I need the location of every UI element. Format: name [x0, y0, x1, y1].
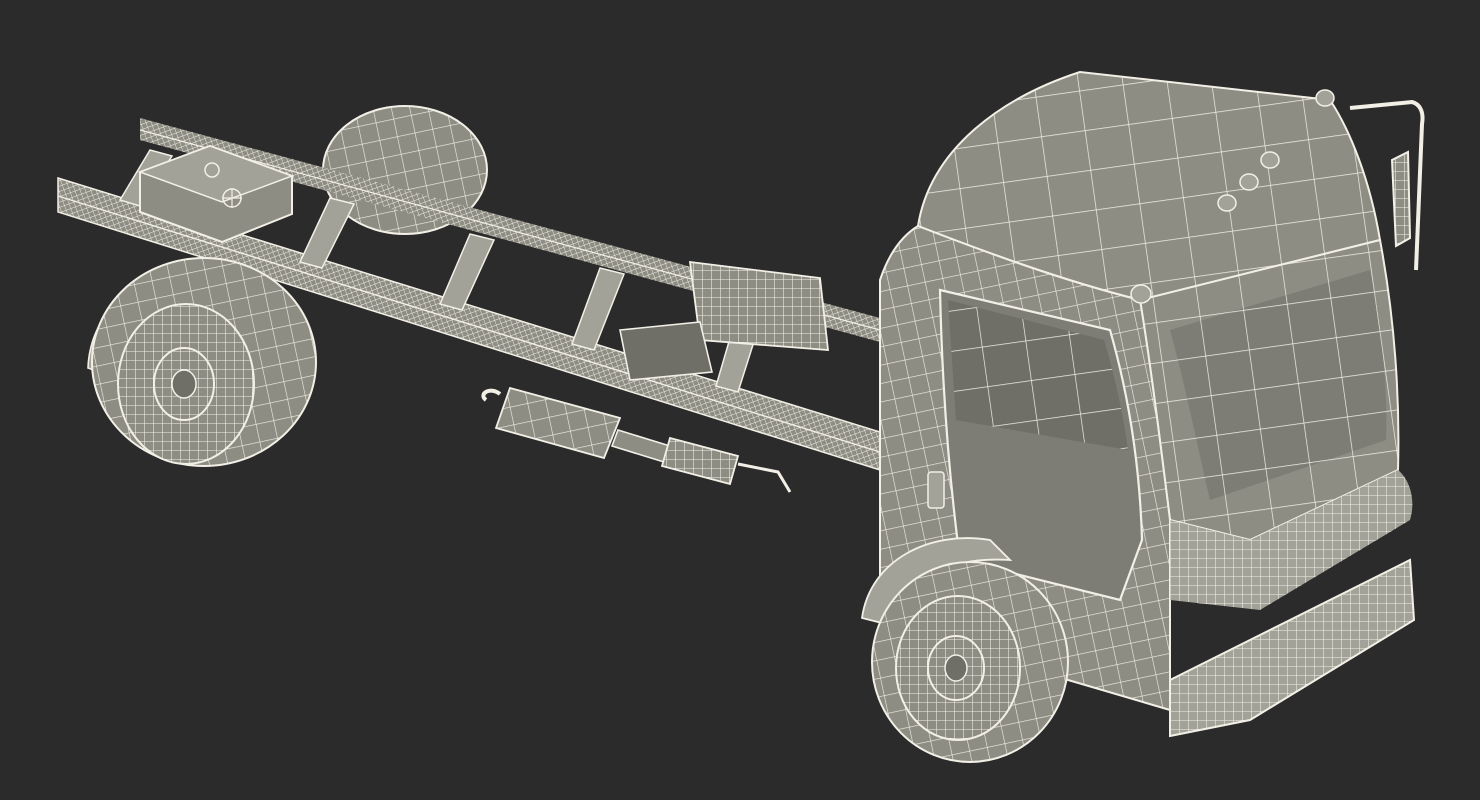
rear-wheel-near [87, 257, 317, 467]
wireframe-scene [57, 70, 1425, 763]
door-handle [927, 471, 945, 509]
marker-light-icon [1315, 89, 1335, 107]
marker-light-icon [1217, 194, 1237, 212]
marker-light-icon [1130, 284, 1152, 304]
marker-light-icon [1239, 173, 1259, 191]
marker-light-icon [1260, 151, 1280, 169]
front-wheel [871, 561, 1069, 763]
3d-viewport[interactable] [0, 0, 1480, 800]
